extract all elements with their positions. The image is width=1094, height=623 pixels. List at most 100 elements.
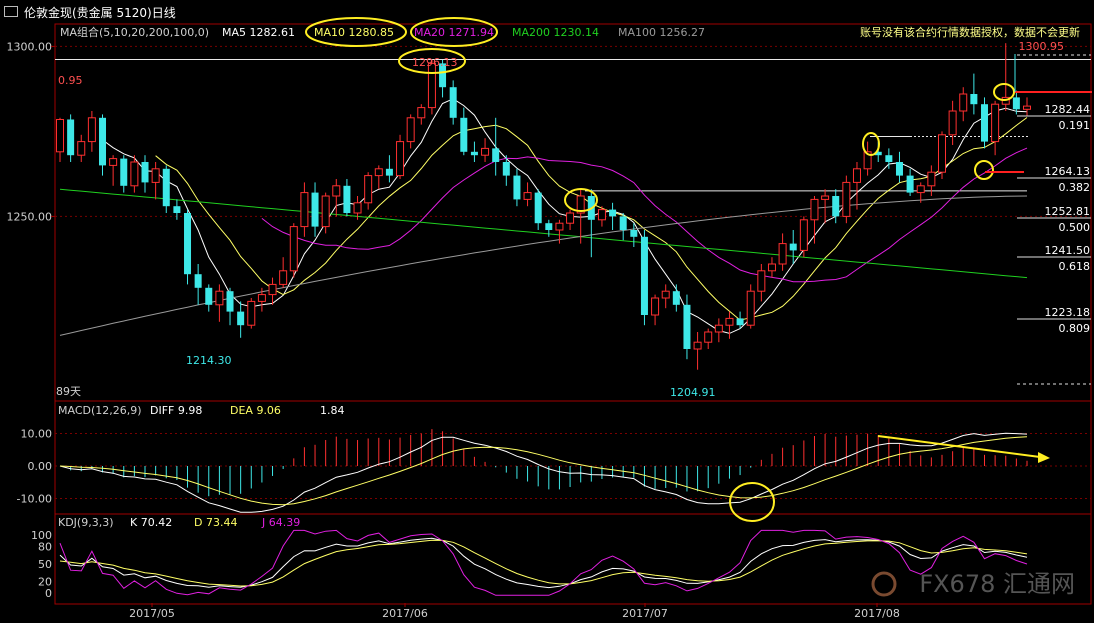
- y-tick-label: 50: [38, 558, 52, 571]
- candle: [77, 134, 86, 162]
- candle-body: [396, 141, 405, 177]
- y-tick-label: 10.00: [21, 428, 53, 441]
- candle-body: [332, 185, 341, 197]
- candle-body: [1012, 97, 1020, 110]
- candle: [587, 189, 595, 258]
- candle-body: [757, 270, 766, 292]
- candle-body: [937, 134, 946, 173]
- fib-ratio-label: 0.382: [1059, 181, 1091, 194]
- candle-body: [906, 175, 914, 193]
- candle-body: [205, 287, 213, 305]
- macd-value-legend: 1.84: [320, 404, 345, 417]
- candle-body: [693, 341, 702, 350]
- candle-body: [268, 283, 277, 296]
- candle-body: [1023, 105, 1031, 110]
- candle: [576, 189, 585, 244]
- candle-body: [151, 168, 160, 183]
- y-tick-label: 0.00: [28, 460, 53, 473]
- candle-body: [279, 270, 288, 285]
- candle: [852, 162, 861, 210]
- macd-diff-legend: DIFF 9.98: [150, 404, 202, 417]
- candle-body: [545, 223, 553, 230]
- candle: [99, 114, 107, 176]
- candle-body: [502, 162, 510, 176]
- candle: [247, 298, 256, 329]
- candle: [693, 332, 702, 370]
- candle-body: [704, 331, 713, 343]
- candle-body: [799, 219, 808, 251]
- fib-ratio-label: 0.191: [1059, 119, 1091, 132]
- candle: [215, 284, 224, 322]
- kdj-k-line: [59, 537, 1028, 589]
- candle-body: [534, 192, 542, 224]
- candle: [566, 209, 575, 230]
- candle: [523, 182, 532, 207]
- candle-body: [959, 93, 968, 112]
- candle-body: [885, 155, 893, 162]
- candle: [173, 199, 181, 220]
- candle-body: [87, 117, 96, 143]
- candle: [184, 209, 192, 285]
- candle-body: [895, 162, 903, 176]
- candle: [789, 230, 797, 264]
- candle-body: [736, 318, 744, 326]
- candle-body: [566, 212, 575, 224]
- kdj-j-legend: J 64.39: [261, 516, 300, 529]
- watermark-logo: [871, 571, 897, 597]
- candle: [364, 172, 373, 210]
- ma20-legend: MA20 1271.94: [414, 26, 494, 39]
- candle-body: [374, 168, 383, 177]
- candle: [767, 257, 776, 278]
- candle-body: [948, 110, 957, 136]
- candle-body: [778, 243, 787, 265]
- candle: [194, 264, 202, 305]
- candle-body: [821, 195, 830, 200]
- candle-body: [746, 290, 755, 326]
- kdj-d-legend: D 73.44: [194, 516, 237, 529]
- candle-body: [364, 175, 373, 204]
- candle: [343, 179, 351, 217]
- candle: [885, 148, 893, 169]
- candle-body: [523, 192, 532, 200]
- candle-body: [343, 185, 351, 213]
- candle-body: [257, 294, 266, 302]
- ma10-legend: MA10 1280.85: [314, 26, 394, 39]
- candle: [300, 182, 309, 237]
- candle: [120, 155, 128, 193]
- candle-body: [789, 243, 797, 251]
- candle-body: [56, 119, 64, 153]
- fib-price-label: 1264.13: [1045, 165, 1091, 178]
- candle-body: [492, 148, 500, 162]
- candle-body: [832, 196, 840, 217]
- candle-body: [810, 198, 819, 221]
- ma5-legend: MA5 1282.61: [222, 26, 295, 39]
- candle-body: [991, 103, 1000, 143]
- candle-body: [406, 117, 415, 143]
- candle-body: [120, 158, 128, 186]
- candle-body: [640, 236, 648, 315]
- macd-dea-line: [59, 436, 1028, 506]
- last-high-label: 1300.95: [1019, 40, 1065, 53]
- candle-body: [99, 117, 107, 166]
- candle: [449, 80, 457, 125]
- candle-body: [289, 226, 298, 272]
- candle: [289, 223, 298, 278]
- candle-body: [927, 171, 936, 187]
- candle-body: [470, 151, 478, 156]
- candle: [311, 182, 319, 237]
- macd-diff-line: [59, 432, 1028, 513]
- macd-dea-legend: DEA 9.06: [230, 404, 281, 417]
- candle: [991, 100, 1000, 156]
- fib-price-label: 1241.50: [1045, 244, 1091, 257]
- candle-body: [609, 209, 617, 217]
- candle: [821, 189, 830, 224]
- candle: [226, 287, 234, 326]
- y-tick-label: 0: [45, 587, 52, 600]
- candle-body: [184, 213, 192, 275]
- days-label: 89天: [56, 385, 81, 398]
- candle: [332, 179, 341, 217]
- x-tick-label: 2017/06: [382, 607, 428, 620]
- candle-body: [162, 168, 170, 207]
- candle: [502, 155, 510, 186]
- candle: [619, 213, 627, 241]
